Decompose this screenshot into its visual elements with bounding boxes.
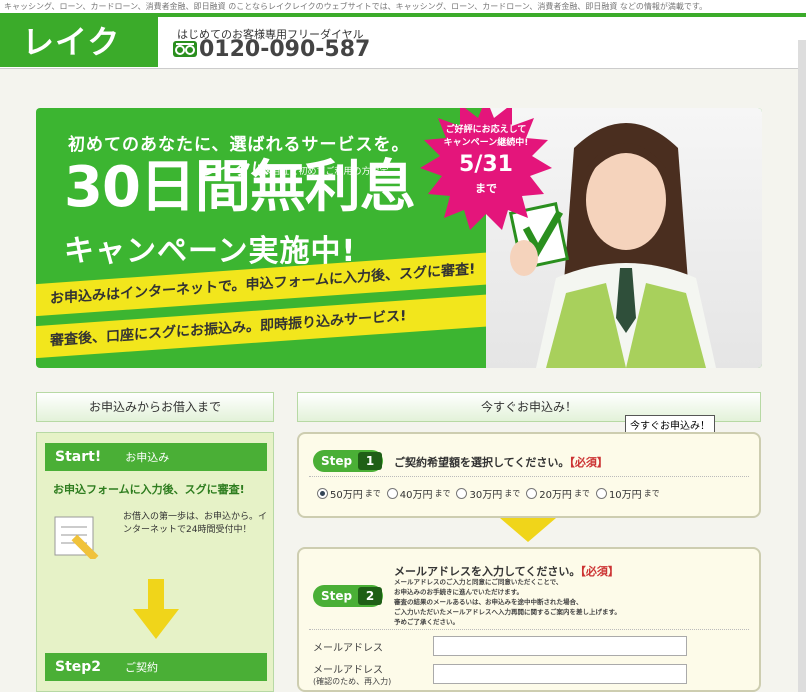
flow-step-start-body: お借入の第一歩は、お申込から。インターネットで24時間受付中！ — [123, 512, 268, 535]
flow-panel: Start! お申込み お申込フォームに入力後、スグに審査! お借入の第一歩は、お… — [36, 432, 274, 692]
step1-panel: Step 1 ご契約希望額を選択してください。【必須】 50万円 まで 40万円 まで… — [297, 432, 761, 518]
lake-logo[interactable]: レイク — [0, 17, 158, 67]
step2-badge-number: 2 — [358, 587, 383, 605]
step2-notes: メールアドレスのご入力と同意にご同意いただくことで、 お申込みのお手続きに進んで… — [394, 577, 754, 627]
amount-option-30[interactable]: 30万円 まで — [456, 486, 520, 501]
step1-badge: Step 1 — [313, 450, 383, 472]
burst-date: 5/31 — [459, 152, 513, 177]
flow-step-start-tag: Start! — [55, 449, 102, 465]
campaign-hero-banner[interactable]: 初めてのあなたに、選ばれるサービスを。 レイクは ※当社を初めてご利用の方限定 … — [36, 108, 762, 368]
step2-badge: Step 2 — [313, 585, 383, 607]
flow-arrow-down-icon — [133, 579, 179, 639]
step2-note-4: ご入力いただいたメールアドレスへ入力再開に関するご案内を差し上げます。 — [394, 608, 621, 616]
top-description-text: キャッシング、ローン、カードローン、消費者金融、即日融資 のことならレイクレイク… — [0, 0, 806, 13]
hero-headline: 30日間無利息 — [64, 155, 416, 220]
email-input[interactable] — [433, 636, 687, 656]
amount-radio-40[interactable] — [386, 488, 398, 499]
email-confirm-input[interactable] — [433, 664, 687, 684]
step-arrow-down-icon — [500, 518, 556, 542]
step2-note-5: 予めご了承ください。 — [394, 618, 459, 626]
amount-suffix-40: まで — [434, 489, 451, 498]
amount-option-10[interactable]: 10万円 まで — [595, 486, 660, 501]
hero-campaign-text: キャンペーン実施中! — [64, 234, 357, 269]
email-confirm-label: メールアドレス (確認のため、再入力) — [313, 661, 391, 687]
amount-radio-20[interactable] — [526, 488, 538, 499]
amount-option-40[interactable]: 40万円 まで — [386, 486, 451, 501]
amount-option-20[interactable]: 20万円 まで — [526, 486, 590, 501]
burst-until: まで — [475, 182, 497, 195]
freedial-icon — [173, 41, 197, 57]
amount-option-50[interactable]: 50万円 まで — [317, 486, 381, 501]
flow-heading: お申込みからお借入まで — [36, 392, 274, 422]
amount-label-40: 40万円 — [399, 490, 433, 501]
step1-title: ご契約希望額を選択してください。【必須】 — [394, 454, 608, 470]
amount-label-10: 10万円 — [608, 490, 642, 501]
step1-divider — [309, 476, 749, 477]
step1-title-text: ご契約希望額を選択してください。 — [394, 456, 570, 469]
step1-required: 【必須】 — [569, 456, 608, 469]
amount-label-20: 20万円 — [539, 490, 572, 501]
step2-panel: Step 2 メールアドレスを入力してください。【必須】 メールアドレスのご入力と… — [297, 547, 761, 692]
flow-step-start-label: お申込み — [125, 451, 170, 464]
amount-suffix-20: まで — [573, 489, 590, 498]
application-form-icon — [54, 516, 99, 559]
step2-badge-word: Step — [321, 589, 353, 603]
amount-radio-50[interactable] — [317, 488, 328, 499]
amount-radio-10[interactable] — [595, 488, 607, 499]
amount-radio-30[interactable] — [456, 488, 468, 499]
amount-label-30: 30万円 — [469, 490, 503, 501]
step2-note-1: メールアドレスのご入力と同意にご同意いただくことで、 — [394, 578, 563, 586]
email-confirm-sublabel: (確認のため、再入力) — [313, 677, 392, 686]
page-right-edge — [798, 40, 806, 692]
flow-step-start: Start! お申込み — [45, 443, 267, 471]
burst-caption: ご好評にお応えして キャンペーン継続中! — [443, 125, 529, 148]
hero-subtitle: 初めてのあなたに、選ばれるサービスを。 — [68, 135, 410, 155]
email-label: メールアドレス — [313, 643, 383, 654]
flow-step-contract-tag: Step2 — [55, 659, 102, 675]
step1-badge-number: 1 — [358, 452, 383, 470]
step2-note-3: 審査の結果のメールあるいは、お申込みを途中中断された場合、 — [394, 598, 583, 606]
amount-radio-group: 50万円 まで 40万円 まで 30万円 まで 20万円 まで 10万円 まで — [317, 486, 660, 501]
amount-suffix-30: まで — [504, 489, 521, 498]
step2-divider — [309, 629, 749, 630]
site-header: レイク はじめてのお客様専用フリーダイヤル 0120-090-587 — [0, 17, 806, 69]
flow-step-start-desc: お申込フォームに入力後、スグに審査! — [53, 483, 245, 496]
email-confirm-label-text: メールアドレス — [313, 665, 383, 676]
amount-suffix-10: まで — [643, 489, 660, 498]
amount-label-50: 50万円 — [330, 490, 363, 501]
phone-number[interactable]: 0120-090-587 — [199, 37, 370, 62]
step2-note-2: お申込みのお手続きに進んでいただけます。 — [394, 588, 524, 596]
flow-step-contract-label: ご契約 — [125, 661, 159, 674]
step1-badge-word: Step — [321, 454, 353, 468]
flow-step-contract: Step2 ご契約 — [45, 653, 267, 681]
amount-suffix-50: まで — [364, 489, 381, 498]
